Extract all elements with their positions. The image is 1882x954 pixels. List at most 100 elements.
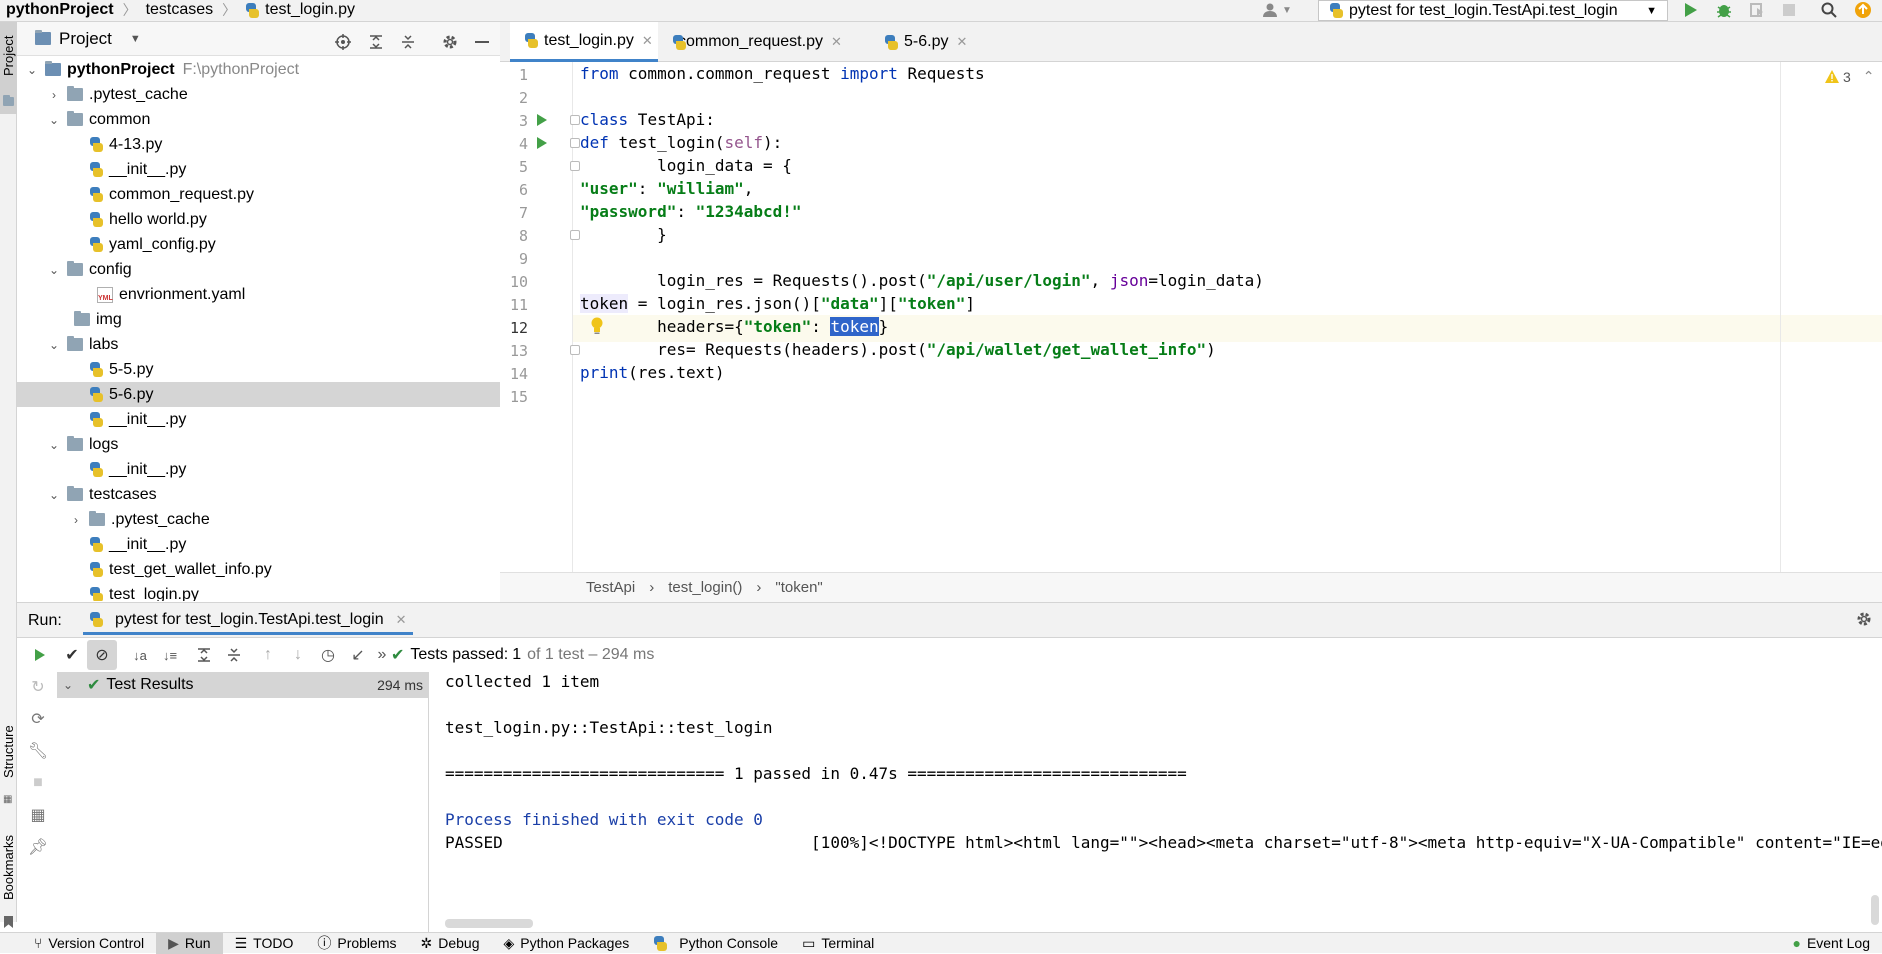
tab-version-control[interactable]: ⑂ Version Control [22,933,156,954]
breadcrumb-method[interactable]: test_login() [668,579,742,596]
tree-item-file[interactable]: 5-5.py [17,357,500,382]
gear-icon[interactable] [440,32,460,52]
tree-item-file[interactable]: test_get_wallet_info.py [17,557,500,582]
tree-item-file[interactable]: __init__.py [17,532,500,557]
line-number: 8 [518,227,528,245]
update-icon[interactable] [1852,0,1874,20]
tree-item-folder[interactable]: img [17,307,500,332]
breadcrumb-class[interactable]: TestApi [586,579,635,596]
fold-icon[interactable] [570,161,580,171]
close-icon[interactable]: ✕ [642,33,653,49]
tab-todo[interactable]: ☰ TODO [223,933,306,954]
tree-item-folder[interactable]: › .pytest_cache [17,507,500,532]
tree-item-folder[interactable]: ⌄ testcases [17,482,500,507]
tab-test-login[interactable]: test_login.py ✕ [510,22,658,62]
rerun-icon[interactable] [25,640,55,670]
more-icon[interactable]: » [373,640,391,670]
user-icon[interactable]: ▼ [1262,0,1302,20]
previous-failed-icon[interactable]: ↑ [253,640,283,670]
run-tab[interactable]: pytest for test_login.TestApi.test_login… [83,607,413,635]
hide-panel-icon[interactable] [472,32,492,52]
close-icon[interactable]: ✕ [956,34,967,50]
tree-item-folder[interactable]: ⌄ labs [17,332,500,357]
toggle-auto-test-icon[interactable]: ⟳ [27,708,49,730]
import-tests-icon[interactable]: ↙ [343,640,373,670]
tree-item-file[interactable]: __init__.py [17,407,500,432]
pin-icon[interactable]: 📌︎ [27,836,49,858]
stop-icon[interactable]: ■ [27,772,49,794]
tab-python-console[interactable]: Python Console [641,933,790,954]
tree-item-folder[interactable]: ⌄ config [17,257,500,282]
fold-icon[interactable] [570,115,580,125]
next-failed-icon[interactable]: ↓ [283,640,313,670]
fold-icon[interactable] [570,230,580,240]
layout-icon[interactable]: ▦ [27,804,49,826]
stop-icon[interactable] [1778,0,1800,20]
chevron-up-icon[interactable]: ⌃ [1863,68,1875,85]
fold-icon[interactable] [570,345,580,355]
tree-item-folder[interactable]: ⌄ logs [17,432,500,457]
tab-terminal[interactable]: ▭ Terminal [790,933,886,954]
python-file-icon [524,33,538,48]
tree-item-file[interactable]: YML envrionment.yaml [17,282,500,307]
run-test-gutter-icon[interactable] [537,137,547,149]
breadcrumb-project[interactable]: pythonProject [6,1,114,19]
expand-all-icon[interactable] [189,640,219,670]
gear-icon[interactable] [1856,611,1872,632]
breadcrumb-key[interactable]: "token" [775,579,822,596]
structure-tool-tab-label: Structure [1,725,16,779]
breadcrumb-folder[interactable]: testcases [146,1,214,19]
breadcrumb-file[interactable]: test_login.py [265,1,355,19]
search-icon[interactable] [1818,0,1840,20]
collapse-all-icon[interactable] [398,32,418,52]
console-vertical-scrollbar[interactable] [1871,895,1879,925]
tree-item-folder[interactable]: › .pytest_cache [17,82,500,107]
project-tool-tab[interactable]: Project [0,22,17,114]
collapse-all-icon[interactable] [219,640,249,670]
console-output[interactable]: collected 1 item test_login.py::TestApi:… [445,672,1882,932]
fold-icon[interactable] [570,138,580,148]
tree-item-file[interactable]: test_login.py [17,582,500,601]
run-configuration-selector[interactable]: pytest for test_login.TestApi.test_login… [1318,0,1668,21]
tree-item-file[interactable]: common_request.py [17,182,500,207]
tree-item-file[interactable]: __init__.py [17,157,500,182]
tab-problems[interactable]: ⓘ Problems [305,933,408,954]
tree-item-file[interactable]: hello world.py [17,207,500,232]
tree-item-file[interactable]: 4-13.py [17,132,500,157]
tab-debug[interactable]: ✲ Debug [409,933,492,954]
project-view-selector[interactable]: Project ▼ [35,29,141,49]
tree-item-project-root[interactable]: ⌄ pythonProject F:\pythonProject [17,57,500,82]
sort-alpha-icon[interactable]: ↓a [125,640,155,670]
console-horizontal-scrollbar[interactable] [445,919,533,928]
tab-python-packages[interactable]: ◈ Python Packages [492,933,642,954]
run-icon[interactable] [1680,0,1702,20]
line-number: 3 [518,112,528,130]
code-line-14: print (res.text) [580,363,725,382]
tab-event-log[interactable]: ● Event Log [1780,933,1882,954]
tab-common-request[interactable]: common_request.py ✕ [658,22,842,62]
tab-run[interactable]: ▶ Run [156,932,223,954]
close-icon[interactable]: ✕ [831,34,842,50]
test-results-row[interactable]: ⌄ ✔ Test Results 294 ms [57,672,429,698]
expand-all-icon[interactable] [366,32,386,52]
code-editor[interactable]: 1 2 3 4 5 6 7 8 9 10 11 12 13 14 15 from common.common… [500,62,1882,572]
history-icon[interactable]: ◷ [313,640,343,670]
structure-tool-tab[interactable]: Structure ▦ [0,712,17,812]
sort-duration-icon[interactable]: ↓≡ [155,640,185,670]
debug-icon[interactable] [1713,0,1735,20]
tab-5-6[interactable]: 5-6.py ✕ [870,22,990,62]
coverage-icon[interactable] [1746,0,1768,20]
wrench-icon[interactable]: 🔧︎ [27,740,49,762]
run-class-gutter-icon[interactable] [537,114,547,126]
tree-item-folder[interactable]: ⌄ common [17,107,500,132]
bookmarks-tool-tab[interactable]: Bookmarks [0,822,17,932]
show-passed-icon[interactable]: ✔ [57,640,87,670]
close-icon[interactable]: ✕ [396,612,407,628]
inspection-widget[interactable]: 3 ⌃ [1825,68,1875,85]
tree-item-file-selected[interactable]: 5-6.py [17,382,500,407]
rerun-failed-icon[interactable]: ↻ [27,676,49,698]
locate-file-icon[interactable] [333,32,353,52]
show-ignored-icon[interactable]: ⊘ [87,640,117,670]
tree-item-file[interactable]: yaml_config.py [17,232,500,257]
tree-item-file[interactable]: __init__.py [17,457,500,482]
